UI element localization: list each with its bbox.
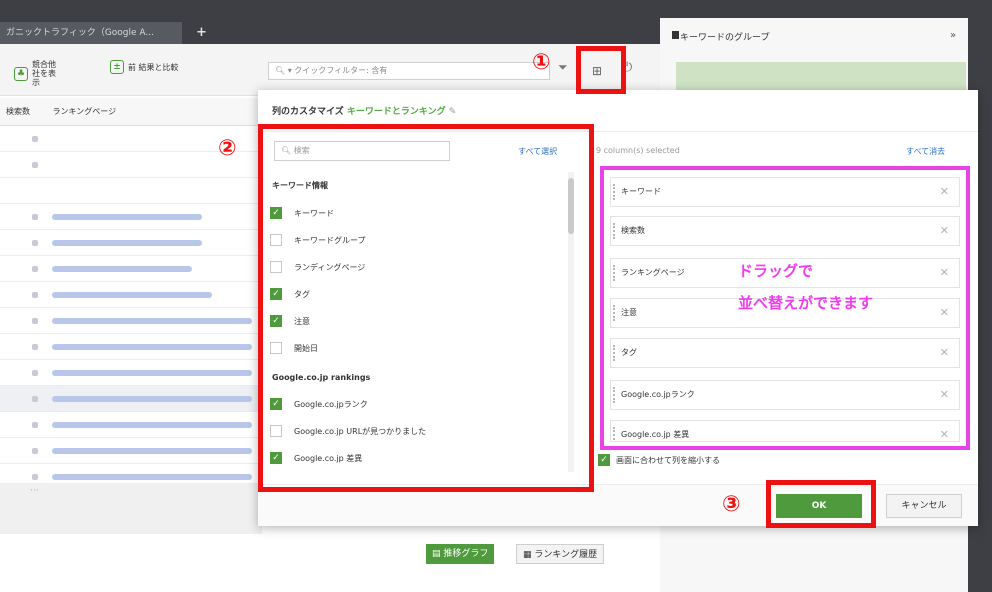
drag-note-line1: ドラッグで <box>738 262 814 280</box>
show-competitors-button[interactable]: ♣ 競合他社を表示 <box>14 60 62 87</box>
step-marker-1: ① <box>532 50 551 75</box>
step-marker-3: ③ <box>722 492 741 517</box>
table-row[interactable] <box>0 308 258 334</box>
table-row[interactable] <box>0 464 258 484</box>
chart-icon: ▤ <box>432 549 444 559</box>
edit-pencil-icon[interactable]: ✎ <box>449 107 457 117</box>
fit-columns-option[interactable]: ✓ 画面に合わせて列を縮小する <box>598 454 720 466</box>
drag-note-line2: 並べ替えができます <box>738 294 874 312</box>
search-icon: 🔍︎ ▾ <box>275 66 295 75</box>
table-row[interactable] <box>0 282 258 308</box>
table-row[interactable] <box>0 412 258 438</box>
table-row[interactable] <box>0 178 258 204</box>
folder-icon <box>672 31 679 39</box>
table-row[interactable] <box>0 334 258 360</box>
cancel-button[interactable]: キャンセル <box>886 494 962 518</box>
show-competitors-label: 競合他社を表示 <box>32 60 56 87</box>
table-footer <box>0 484 262 534</box>
checkbox-checked[interactable]: ✓ <box>598 454 610 466</box>
keyword-group-item[interactable] <box>676 62 966 90</box>
selected-count: 9 column(s) selected <box>596 146 680 155</box>
highlight-box-customize-button <box>576 46 626 94</box>
table-row[interactable] <box>0 360 258 386</box>
highlight-box-ok-button <box>766 480 876 528</box>
table-row[interactable] <box>0 386 258 412</box>
dialog-title-accent: キーワードとランキング <box>346 107 446 117</box>
ranking-history-label: ランキング履歴 <box>534 550 598 560</box>
highlight-box-column-options <box>258 124 594 492</box>
fit-columns-label: 画面に合わせて列を縮小する <box>616 455 720 465</box>
trend-graph-label: 推移グラフ <box>443 549 489 559</box>
table-row[interactable] <box>0 438 258 464</box>
quick-filter-input[interactable]: 🔍︎ ▾ クイックフィルター: 含有 <box>268 62 550 80</box>
ranking-history-button[interactable]: ▦ ランキング履歴 <box>516 544 605 564</box>
trend-graph-button[interactable]: ▤ 推移グラフ <box>426 544 495 564</box>
dialog-title: 列のカスタマイズ キーワードとランキング ✎ <box>272 104 456 117</box>
table-icon: ▦ <box>523 550 535 560</box>
filter-funnel-icon[interactable]: ⏷ <box>558 60 568 75</box>
dialog-title-prefix: 列のカスタマイズ <box>272 107 344 117</box>
people-icon: ♣ <box>14 66 28 81</box>
step-marker-2: ② <box>218 136 237 161</box>
compare-results-label: 前 結果と比較 <box>128 62 179 72</box>
table-row[interactable] <box>0 256 258 282</box>
column-search-volume[interactable]: 検索数 <box>6 107 30 116</box>
add-tab-button[interactable]: + <box>196 22 212 44</box>
table-row[interactable] <box>0 230 258 256</box>
table-header: 検索数 ランキングページ <box>0 98 258 126</box>
clear-all-link[interactable]: すべて消去 <box>906 146 945 157</box>
collapse-panel-icon[interactable]: » <box>950 30 956 41</box>
column-ranking-page[interactable]: ランキングページ <box>53 107 117 116</box>
keyword-groups-title: キーワードのグループ <box>680 33 770 43</box>
compare-results-button[interactable]: ± 前 結果と比較 <box>110 60 179 74</box>
more-ellipsis-icon[interactable]: ··· <box>30 486 39 496</box>
compare-icon: ± <box>110 60 124 74</box>
tab-organic-traffic[interactable]: ガニックトラフィック（Google A... <box>0 22 182 44</box>
quick-filter-text: クイックフィルター: 含有 <box>294 66 388 75</box>
table-row[interactable] <box>0 204 258 230</box>
